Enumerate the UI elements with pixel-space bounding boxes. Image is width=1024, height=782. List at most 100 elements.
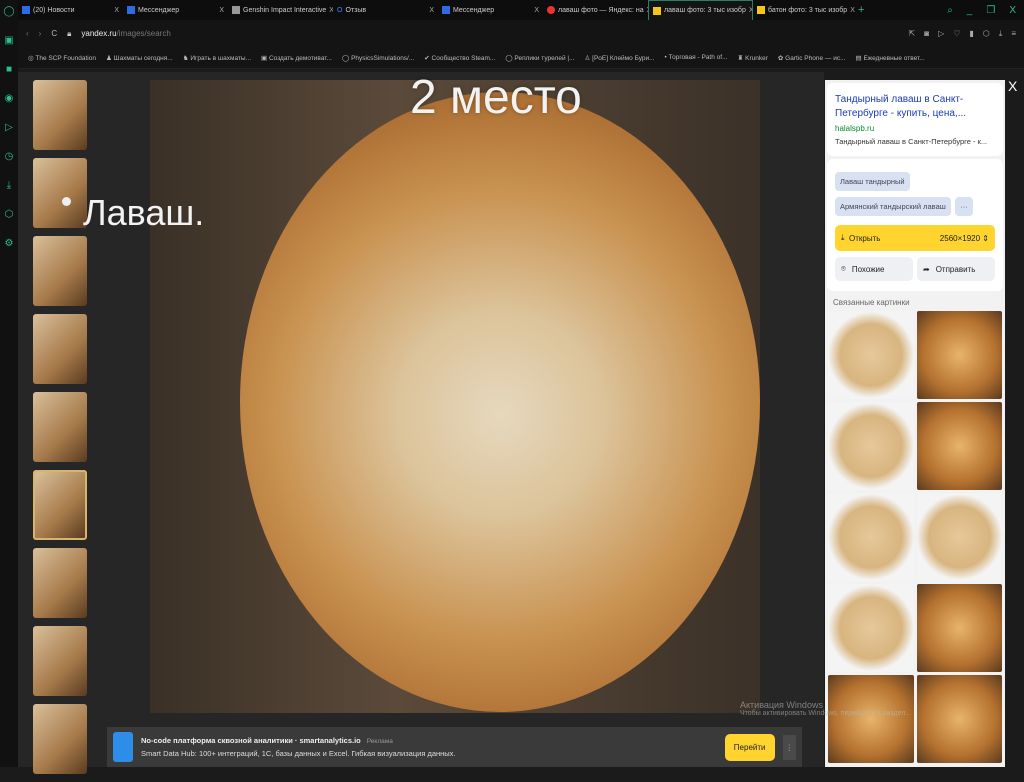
bookmark[interactable]: ♞ Играть в шахматы... [183, 54, 251, 62]
bookmark[interactable]: ▤ Ежедневные ответ... [856, 54, 925, 62]
close-viewer-icon[interactable]: X [1008, 78, 1017, 94]
thumbnail[interactable] [33, 704, 87, 774]
bookmark[interactable]: • Торговая - Path of... [665, 54, 728, 61]
heart-icon[interactable]: ♡ [953, 29, 960, 39]
thumbnail[interactable] [33, 314, 87, 384]
tab[interactable]: лаваш фото — Яндекс: наX [543, 0, 648, 20]
search-icon[interactable]: ⌕ [947, 5, 953, 16]
address-bar: ‹ › C 🔒︎ yandex.ru/images/search ⇱ ◙ ▷ ♡ ▮ ⬡ ⤓ ≡ [18, 20, 1024, 47]
more-tags-button[interactable]: ··· [955, 197, 973, 216]
tab[interactable]: батон фото: 3 тыс изобр X [753, 0, 858, 20]
open-button[interactable]: ⤓ Открыть 2560×1920 ⇕ [835, 225, 995, 251]
similar-label: Похожие [851, 264, 885, 274]
image-info-panel: Тандырный лаваш в Санкт-Петербурге - куп… [825, 80, 1005, 767]
similar-button[interactable]: ⌾ Похожие [835, 257, 913, 281]
cube-icon[interactable]: ⬡ [983, 29, 990, 39]
close-window-icon[interactable]: X [1009, 5, 1016, 16]
related-image[interactable] [916, 493, 1002, 581]
tab[interactable]: Мессенджер X [123, 0, 228, 20]
ad-go-button[interactable]: Перейти [724, 733, 775, 761]
new-tab-icon[interactable]: + [858, 4, 864, 16]
related-image[interactable] [916, 584, 1002, 672]
ad-banner[interactable]: No-code платформа сквозной аналитики · s… [107, 727, 802, 767]
bookmark-label: Играть в шахматы... [190, 54, 252, 62]
download-icon[interactable]: ⤓ [999, 29, 1003, 39]
download-icon[interactable]: ⤓ [7, 180, 11, 191]
thumbnail[interactable] [33, 626, 87, 696]
related-image[interactable] [828, 493, 914, 581]
close-tab-icon[interactable]: X [114, 7, 119, 14]
close-tab-icon[interactable]: X [219, 7, 224, 14]
tag-chip[interactable]: Лаваш тандырный [835, 172, 910, 191]
actions-card: Лаваш тандырный Армянский тандырский лав… [827, 159, 1003, 291]
related-image[interactable] [916, 311, 1002, 399]
forward-icon[interactable]: › [39, 29, 42, 38]
related-image[interactable] [828, 311, 914, 399]
settings-icon[interactable]: ⚙ [5, 238, 14, 249]
resolution-select[interactable]: 2560×1920 [940, 234, 980, 243]
thumbnail-selected[interactable] [33, 470, 87, 540]
menu-icon[interactable]: ≡ [1011, 29, 1016, 39]
slide-bullet: Лаваш. [62, 192, 204, 234]
tab[interactable]: (20) Новости X [18, 0, 123, 20]
share-icon[interactable]: ⇱ [909, 29, 916, 39]
tab-active[interactable]: лаваш фото: 3 тыс изобрX [648, 0, 753, 20]
yandex-icon [547, 6, 555, 14]
tab[interactable]: O Отзыв X [333, 0, 438, 20]
play-icon[interactable]: ▷ [938, 29, 944, 39]
bookmark[interactable]: ◯ PhysicsSimulations/... [342, 54, 414, 62]
clock-icon[interactable]: ◷ [5, 151, 14, 162]
thumbnail[interactable] [33, 392, 87, 462]
tab[interactable]: Genshin Impact Interactive X [228, 0, 333, 20]
minimize-icon[interactable]: _ [967, 5, 973, 16]
related-image[interactable] [828, 402, 914, 490]
back-icon[interactable]: ‹ [26, 29, 29, 38]
bookmark[interactable]: ◎ The SCP Foundation [28, 54, 96, 62]
url-host: yandex.ru [81, 29, 117, 38]
camera-icon[interactable]: ◙ [924, 29, 929, 39]
main-image[interactable] [150, 80, 760, 713]
bookmark[interactable]: ▣ Создать демотиват... [261, 54, 332, 62]
close-tab-icon[interactable]: X [429, 7, 434, 14]
source-site-link[interactable]: halalspb.ru [835, 124, 995, 133]
thumbnail[interactable] [33, 80, 87, 150]
bookmark[interactable]: ♙ [PoE] Клеймо Бури... [585, 54, 655, 62]
source-title-link[interactable]: Тандырный лаваш в Санкт-Петербурге - куп… [835, 93, 995, 121]
bullet-icon [62, 196, 71, 206]
source-description: Тандырный лаваш в Санкт-Петербурге - к..… [835, 137, 988, 146]
restore-icon[interactable]: ❐ [986, 5, 995, 16]
bookmark[interactable]: ♟ Шахматы сегодня... [106, 54, 173, 62]
images-icon [653, 6, 661, 15]
bag-icon[interactable]: ▣ [4, 35, 13, 46]
tag-chip[interactable]: Армянский тандырский лаваш [835, 197, 951, 216]
tab-label: Мессенджер [138, 6, 180, 14]
close-tab-icon[interactable]: X [850, 7, 855, 14]
play-icon[interactable]: ▷ [5, 122, 13, 133]
ad-more-icon[interactable]: ⋮ [782, 734, 796, 760]
reload-icon[interactable]: C [51, 29, 57, 38]
url-input[interactable]: yandex.ru/images/search [81, 29, 170, 38]
bookmark[interactable]: ♜ Krunker [737, 54, 767, 62]
bookmark-label: PhysicsSimulations/... [351, 54, 415, 62]
tab[interactable]: Мессенджер X [438, 0, 543, 20]
bookmark-label: Торговая - Path of... [668, 54, 728, 61]
profile-icon[interactable]: ▮ [969, 29, 973, 39]
vk-icon[interactable]: ■ [6, 64, 12, 75]
messenger-icon[interactable]: ◉ [5, 93, 14, 104]
bookmark[interactable]: ◯ Реплики турелей |... [505, 54, 574, 62]
genshin-icon [232, 6, 240, 14]
ad-title[interactable]: No-code платформа сквозной аналитики · s… [141, 736, 361, 745]
opera-logo-icon[interactable]: ◯ [3, 6, 14, 17]
bookmark[interactable]: ✿ Gartic Phone — ис... [778, 54, 846, 62]
share-button[interactable]: ➦ Отправить [917, 257, 995, 281]
related-image[interactable] [828, 584, 914, 672]
related-image[interactable] [916, 675, 1002, 763]
cube-icon[interactable]: ⬡ [5, 209, 14, 220]
share-arrow-icon: ➦ [923, 264, 930, 274]
thumbnail[interactable] [33, 236, 87, 306]
bookmark[interactable]: ✔ Сообщество Steam... [424, 54, 495, 62]
related-image[interactable] [828, 675, 914, 763]
thumbnail[interactable] [33, 548, 87, 618]
related-image[interactable] [916, 402, 1002, 490]
close-tab-icon[interactable]: X [534, 7, 539, 14]
